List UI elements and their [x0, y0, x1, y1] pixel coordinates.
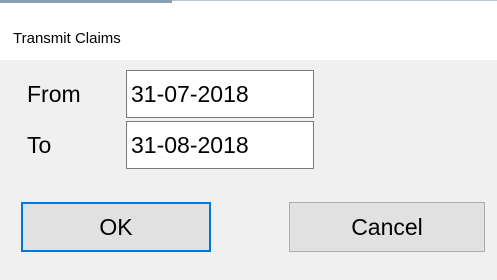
transmit-claims-dialog: Transmit Claims From To OK Cancel — [0, 0, 497, 280]
dialog-titlebar[interactable]: Transmit Claims — [0, 9, 497, 60]
window-edge-divider-light — [172, 0, 497, 1]
window-edge-divider — [0, 0, 172, 3]
to-date-field[interactable] — [126, 121, 314, 169]
window-top-strip — [0, 0, 497, 9]
cancel-button[interactable]: Cancel — [289, 202, 485, 252]
ok-button[interactable]: OK — [21, 202, 211, 252]
from-date-field[interactable] — [126, 70, 314, 118]
dialog-title: Transmit Claims — [13, 30, 121, 47]
from-label: From — [27, 81, 81, 107]
to-label: To — [27, 132, 52, 158]
